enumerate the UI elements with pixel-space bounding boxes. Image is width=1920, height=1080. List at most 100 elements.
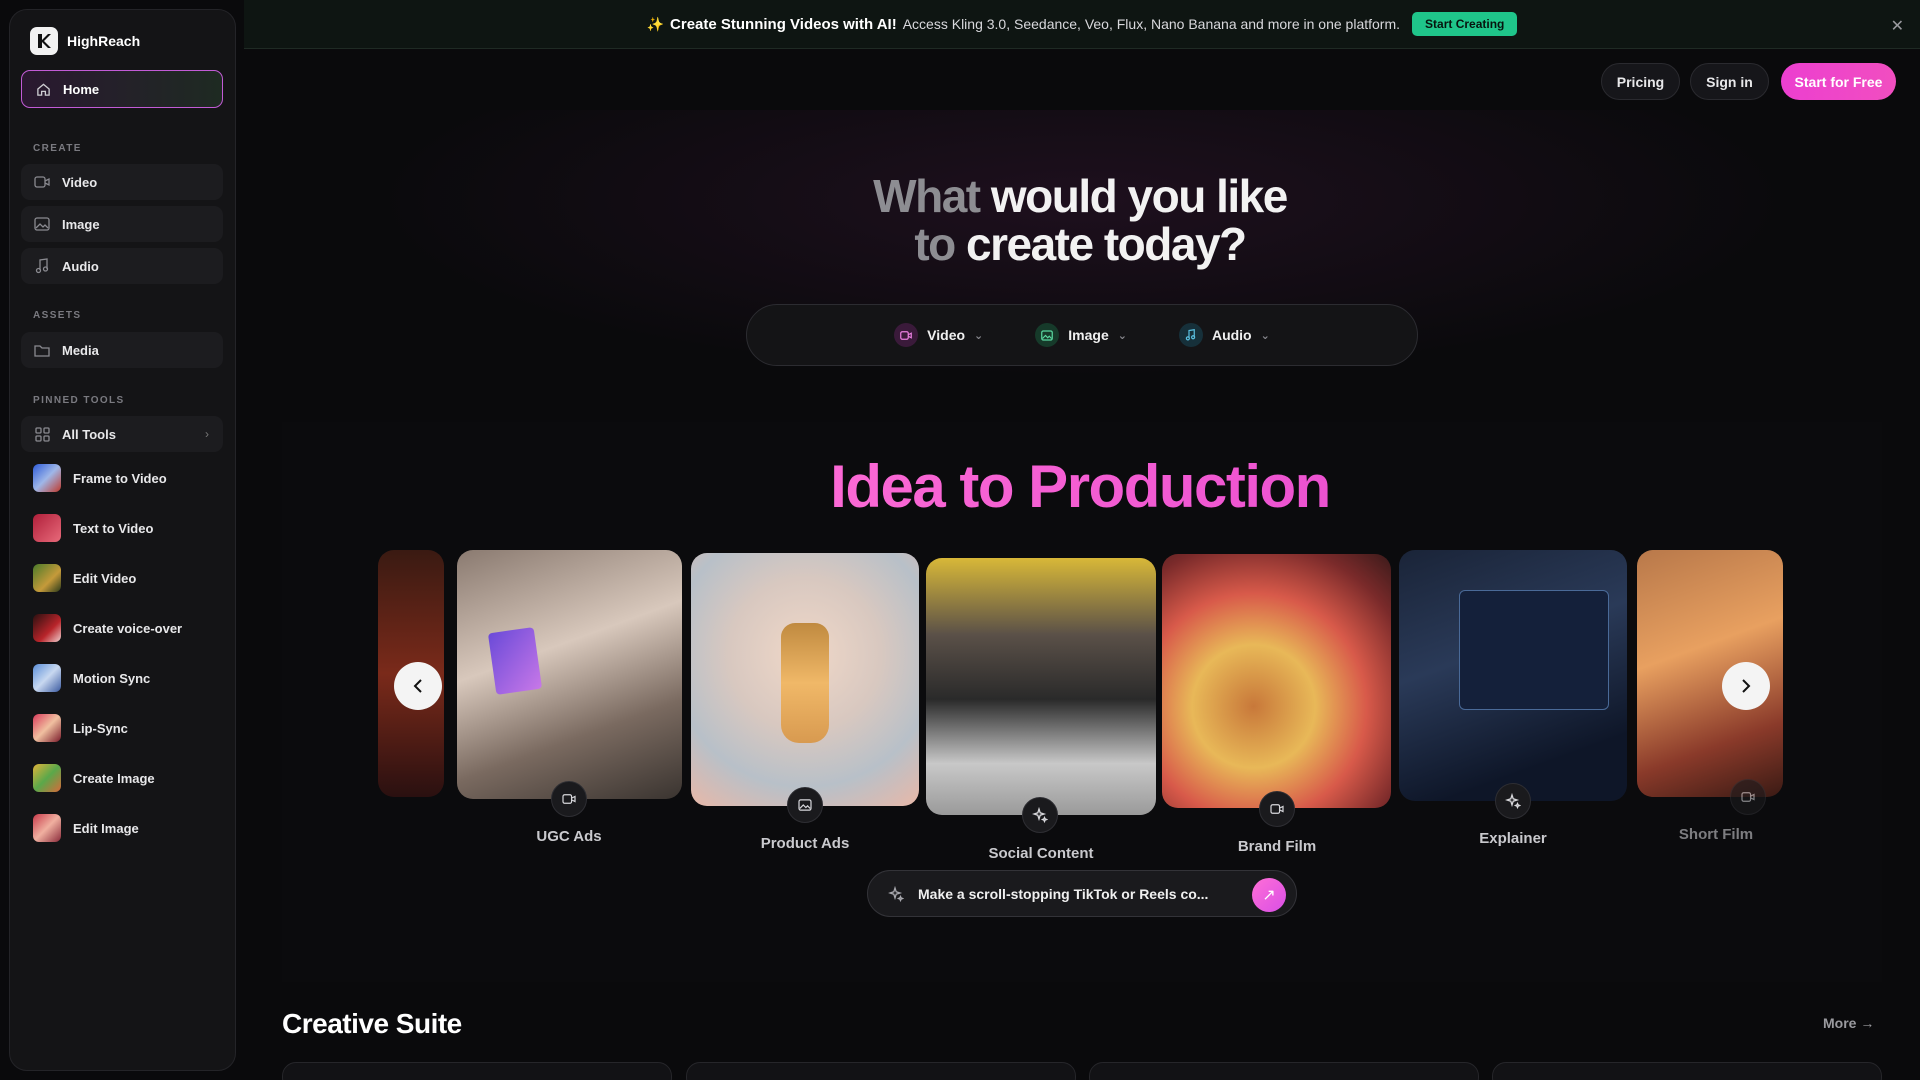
sidebar-item-label: Audio xyxy=(62,258,99,274)
section-label-pinned: PINNED TOOLS xyxy=(33,395,125,406)
image-icon xyxy=(34,216,50,232)
hero-title-dim: What xyxy=(873,170,981,222)
tool-frame-to-video[interactable]: Frame to Video xyxy=(33,463,167,493)
start-creating-button[interactable]: Start Creating xyxy=(1412,12,1518,36)
tool-lip-sync[interactable]: Lip-Sync xyxy=(33,713,128,743)
tool-motion-sync[interactable]: Motion Sync xyxy=(33,663,150,693)
sparkle-icon xyxy=(1495,783,1531,819)
sidebar-item-video[interactable]: Video xyxy=(21,164,223,200)
prompt-suggestion[interactable]: Make a scroll-stopping TikTok or Reels c… xyxy=(867,870,1297,917)
sidebar-item-label: All Tools xyxy=(62,426,116,442)
tool-thumbnail xyxy=(33,764,61,792)
picker-label: Image xyxy=(1068,327,1109,343)
tool-label: Edit Image xyxy=(73,820,139,836)
brand[interactable]: HighReach xyxy=(30,27,140,55)
carousel-next-button[interactable] xyxy=(1722,662,1770,710)
folder-icon xyxy=(34,342,50,358)
music-icon xyxy=(34,258,50,274)
section-label-assets: ASSETS xyxy=(33,310,82,321)
sidebar-item-audio[interactable]: Audio xyxy=(21,248,223,284)
sidebar-item-all-tools[interactable]: All Tools › xyxy=(21,416,223,452)
image-icon xyxy=(1035,323,1060,347)
tool-label: Motion Sync xyxy=(73,670,151,686)
suite-card[interactable] xyxy=(1089,1062,1479,1080)
sparkle-icon: ✨ xyxy=(646,15,665,32)
arrow-right-icon: → xyxy=(1860,1015,1875,1031)
video-icon xyxy=(1259,791,1295,827)
serum-bottle-image xyxy=(781,623,829,743)
suite-card[interactable] xyxy=(282,1062,672,1080)
picker-label: Audio xyxy=(1211,327,1252,343)
home-icon xyxy=(35,81,51,97)
card-label: Explainer xyxy=(1479,830,1547,847)
carousel-card-social-content[interactable] xyxy=(926,558,1156,815)
more-label: More xyxy=(1823,1015,1857,1031)
logo-icon xyxy=(30,27,58,55)
picker-video[interactable]: Video ⌄ xyxy=(894,323,983,347)
chevron-right-icon: › xyxy=(205,427,209,441)
suite-card[interactable] xyxy=(1492,1062,1882,1080)
picker-audio[interactable]: Audio ⌄ xyxy=(1178,323,1270,347)
tool-thumbnail xyxy=(33,814,61,842)
sidebar: HighReach Home CREATE Video Image Audio … xyxy=(9,9,236,1071)
sidebar-item-label: Media xyxy=(62,342,99,358)
sparkle-icon xyxy=(888,885,904,902)
tool-edit-video[interactable]: Edit Video xyxy=(33,563,136,593)
start-for-free-button[interactable]: Start for Free xyxy=(1781,63,1896,100)
sidebar-item-home[interactable]: Home xyxy=(21,70,223,108)
tool-thumbnail xyxy=(33,614,61,642)
card-label: UGC Ads xyxy=(536,828,602,845)
picker-image[interactable]: Image ⌄ xyxy=(1035,323,1127,347)
chevron-down-icon: ⌄ xyxy=(1117,329,1127,342)
card-label: Social Content xyxy=(988,845,1094,862)
banner-title: Create Stunning Videos with AI! xyxy=(670,15,897,33)
image-icon xyxy=(787,787,823,823)
sidebar-item-label: Home xyxy=(63,81,100,97)
sidebar-item-media[interactable]: Media xyxy=(21,332,223,368)
tool-label: Frame to Video xyxy=(73,470,167,486)
picker-label: Video xyxy=(927,327,966,343)
sparkle-icon xyxy=(1022,797,1058,833)
dashboard-image xyxy=(1459,590,1609,710)
arrow-up-right-icon[interactable]: ↗ xyxy=(1252,878,1286,912)
card-label: Product Ads xyxy=(760,835,850,852)
video-icon xyxy=(894,323,919,347)
video-icon xyxy=(551,781,587,817)
video-icon xyxy=(34,174,50,190)
card-label: Brand Film xyxy=(1237,838,1317,855)
section-title: Idea to Production xyxy=(700,452,1460,521)
tool-text-to-video[interactable]: Text to Video xyxy=(33,513,153,543)
tool-label: Text to Video xyxy=(73,520,154,536)
sidebar-item-label: Image xyxy=(62,216,100,232)
carousel-prev-button[interactable] xyxy=(394,662,442,710)
tool-thumbnail xyxy=(33,714,61,742)
tool-edit-image[interactable]: Edit Image xyxy=(33,813,139,843)
carousel-card-ugc-ads[interactable] xyxy=(457,550,682,799)
carousel-card-explainer[interactable] xyxy=(1399,550,1627,801)
carousel-card-product-ads[interactable] xyxy=(691,553,919,806)
pricing-button[interactable]: Pricing xyxy=(1601,63,1680,100)
tool-thumbnail xyxy=(33,664,61,692)
close-icon[interactable]: ✕ xyxy=(1891,16,1904,36)
hero-title-text: create today? xyxy=(966,218,1247,270)
hero-title: What would you like to create today? xyxy=(700,172,1460,268)
sidebar-item-label: Video xyxy=(62,174,98,190)
tool-thumbnail xyxy=(33,514,61,542)
sign-in-button[interactable]: Sign in xyxy=(1690,63,1769,100)
video-icon xyxy=(1730,779,1766,815)
chevron-down-icon: ⌄ xyxy=(1260,329,1270,342)
more-link[interactable]: More → xyxy=(1823,1015,1874,1031)
tool-create-image[interactable]: Create Image xyxy=(33,763,155,793)
section-label-create: CREATE xyxy=(33,143,82,154)
sidebar-item-image[interactable]: Image xyxy=(21,206,223,242)
tool-label: Create Image xyxy=(73,770,155,786)
carousel-card-brand-film[interactable] xyxy=(1162,554,1391,808)
hero-title-text: would you like xyxy=(990,170,1288,222)
tool-thumbnail xyxy=(33,564,61,592)
banner-subtitle: Access Kling 3.0, Seedance, Veo, Flux, N… xyxy=(902,16,1401,32)
hero-title-dim: to xyxy=(914,218,956,270)
card-label: Short Film xyxy=(1678,826,1754,843)
suite-card[interactable] xyxy=(686,1062,1076,1080)
tool-create-voice-over[interactable]: Create voice-over xyxy=(33,613,182,643)
prompt-text: Make a scroll-stopping TikTok or Reels c… xyxy=(918,885,1209,902)
